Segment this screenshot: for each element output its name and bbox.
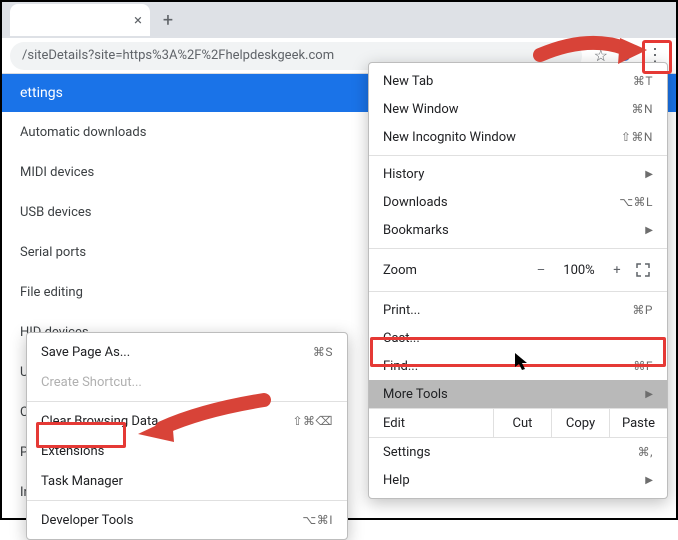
menu-item-label: Cast... — [383, 331, 420, 346]
menu-item-bookmarks[interactable]: Bookmarks ▶ — [369, 216, 667, 244]
menu-item-label: New Window — [383, 102, 459, 117]
chevron-right-icon: ▶ — [645, 225, 653, 236]
submenu-item-clear-browsing-data[interactable]: Clear Browsing Data... ⇧⌘⌫ — [27, 406, 347, 436]
chevron-right-icon: ▶ — [645, 475, 653, 486]
menu-item-label: New Tab — [383, 74, 433, 89]
chevron-right-icon: ▶ — [645, 389, 653, 400]
zoom-value: 100% — [557, 263, 601, 278]
menu-item-print[interactable]: Print... ⌘P — [369, 296, 667, 324]
menu-item-label: Bookmarks — [383, 223, 449, 238]
settings-banner-title: ettings — [20, 85, 63, 101]
menu-divider — [369, 155, 667, 156]
menu-item-label: Help — [383, 473, 410, 488]
submenu-item-developer-tools[interactable]: Developer Tools ⌥⌘I — [27, 505, 347, 535]
menu-item-new-incognito[interactable]: New Incognito Window ⇧⌘N — [369, 123, 667, 151]
menu-item-downloads[interactable]: Downloads ⌥⌘L — [369, 188, 667, 216]
submenu-item-shortcut: ⇧⌘⌫ — [292, 414, 333, 428]
settings-row-label: File editing — [20, 285, 83, 300]
menu-item-settings[interactable]: Settings ⌘, — [369, 438, 667, 466]
close-tab-icon[interactable]: × — [134, 11, 142, 29]
edit-copy-button[interactable]: Copy — [551, 409, 609, 437]
fullscreen-icon[interactable] — [633, 263, 653, 278]
menu-item-edit: Edit Cut Copy Paste — [369, 408, 667, 438]
submenu-item-extensions[interactable]: Extensions — [27, 436, 347, 466]
menu-item-new-window[interactable]: New Window ⌘N — [369, 95, 667, 123]
edit-cut-button[interactable]: Cut — [493, 409, 551, 437]
submenu-item-save-page[interactable]: Save Page As... ⌘S — [27, 337, 347, 367]
tab-bar: × + — [2, 2, 676, 38]
menu-item-label: History — [383, 167, 424, 182]
submenu-item-label: Extensions — [41, 444, 104, 459]
menu-item-shortcut: ⌘, — [638, 445, 653, 459]
menu-divider — [27, 500, 347, 501]
submenu-item-label: Developer Tools — [41, 513, 133, 528]
submenu-item-label: Clear Browsing Data... — [41, 414, 169, 429]
menu-item-shortcut: ⌘N — [631, 102, 653, 116]
menu-item-label: Find... — [383, 359, 418, 374]
menu-item-label: Settings — [383, 445, 430, 460]
zoom-label: Zoom — [383, 263, 525, 278]
menu-item-shortcut: ⇧⌘N — [621, 130, 653, 144]
profile-avatar-icon[interactable] — [620, 51, 630, 61]
submenu-item-create-shortcut: Create Shortcut... — [27, 367, 347, 397]
settings-row-label: Serial ports — [20, 245, 86, 260]
menu-item-label: Downloads — [383, 195, 448, 210]
omnibox-url: /siteDetails?site=https%3A%2F%2Fhelpdesk… — [22, 48, 334, 63]
submenu-item-shortcut: ⌘S — [313, 345, 333, 359]
more-tools-submenu: Save Page As... ⌘S Create Shortcut... Cle… — [26, 332, 348, 540]
menu-item-label: New Incognito Window — [383, 130, 516, 145]
settings-row-label: Automatic downloads — [20, 125, 146, 140]
chrome-menu: New Tab ⌘T New Window ⌘N New Incognito Win… — [368, 62, 668, 499]
menu-item-shortcut: ⌘P — [632, 303, 653, 317]
submenu-item-label: Task Manager — [41, 474, 123, 489]
menu-item-more-tools[interactable]: More Tools ▶ — [369, 380, 667, 408]
edit-paste-button[interactable]: Paste — [609, 409, 667, 437]
zoom-in-button[interactable]: + — [607, 263, 627, 278]
menu-item-label: More Tools — [383, 387, 448, 402]
settings-row-label: MIDI devices — [20, 165, 94, 180]
submenu-item-shortcut: ⌥⌘I — [302, 513, 333, 527]
edit-label: Edit — [369, 409, 493, 437]
menu-divider — [27, 401, 347, 402]
new-tab-button[interactable]: + — [154, 6, 182, 34]
submenu-item-task-manager[interactable]: Task Manager — [27, 466, 347, 496]
zoom-out-button[interactable]: – — [531, 263, 551, 278]
menu-item-zoom: Zoom – 100% + — [369, 253, 667, 287]
menu-item-label: Print... — [383, 303, 420, 318]
submenu-item-label: Create Shortcut... — [41, 375, 142, 390]
menu-item-shortcut: ⌥⌘L — [619, 195, 653, 209]
menu-item-shortcut: ⌘T — [633, 74, 653, 88]
browser-tab[interactable]: × — [10, 4, 150, 36]
menu-item-shortcut: ⌘F — [633, 359, 653, 373]
menu-divider — [369, 291, 667, 292]
menu-item-help[interactable]: Help ▶ — [369, 466, 667, 494]
submenu-item-label: Save Page As... — [41, 345, 130, 360]
menu-divider — [369, 248, 667, 249]
menu-item-find[interactable]: Find... ⌘F — [369, 352, 667, 380]
menu-item-history[interactable]: History ▶ — [369, 160, 667, 188]
settings-row-label: USB devices — [20, 205, 91, 220]
menu-item-new-tab[interactable]: New Tab ⌘T — [369, 67, 667, 95]
chevron-right-icon: ▶ — [645, 169, 653, 180]
menu-item-cast[interactable]: Cast... — [369, 324, 667, 352]
